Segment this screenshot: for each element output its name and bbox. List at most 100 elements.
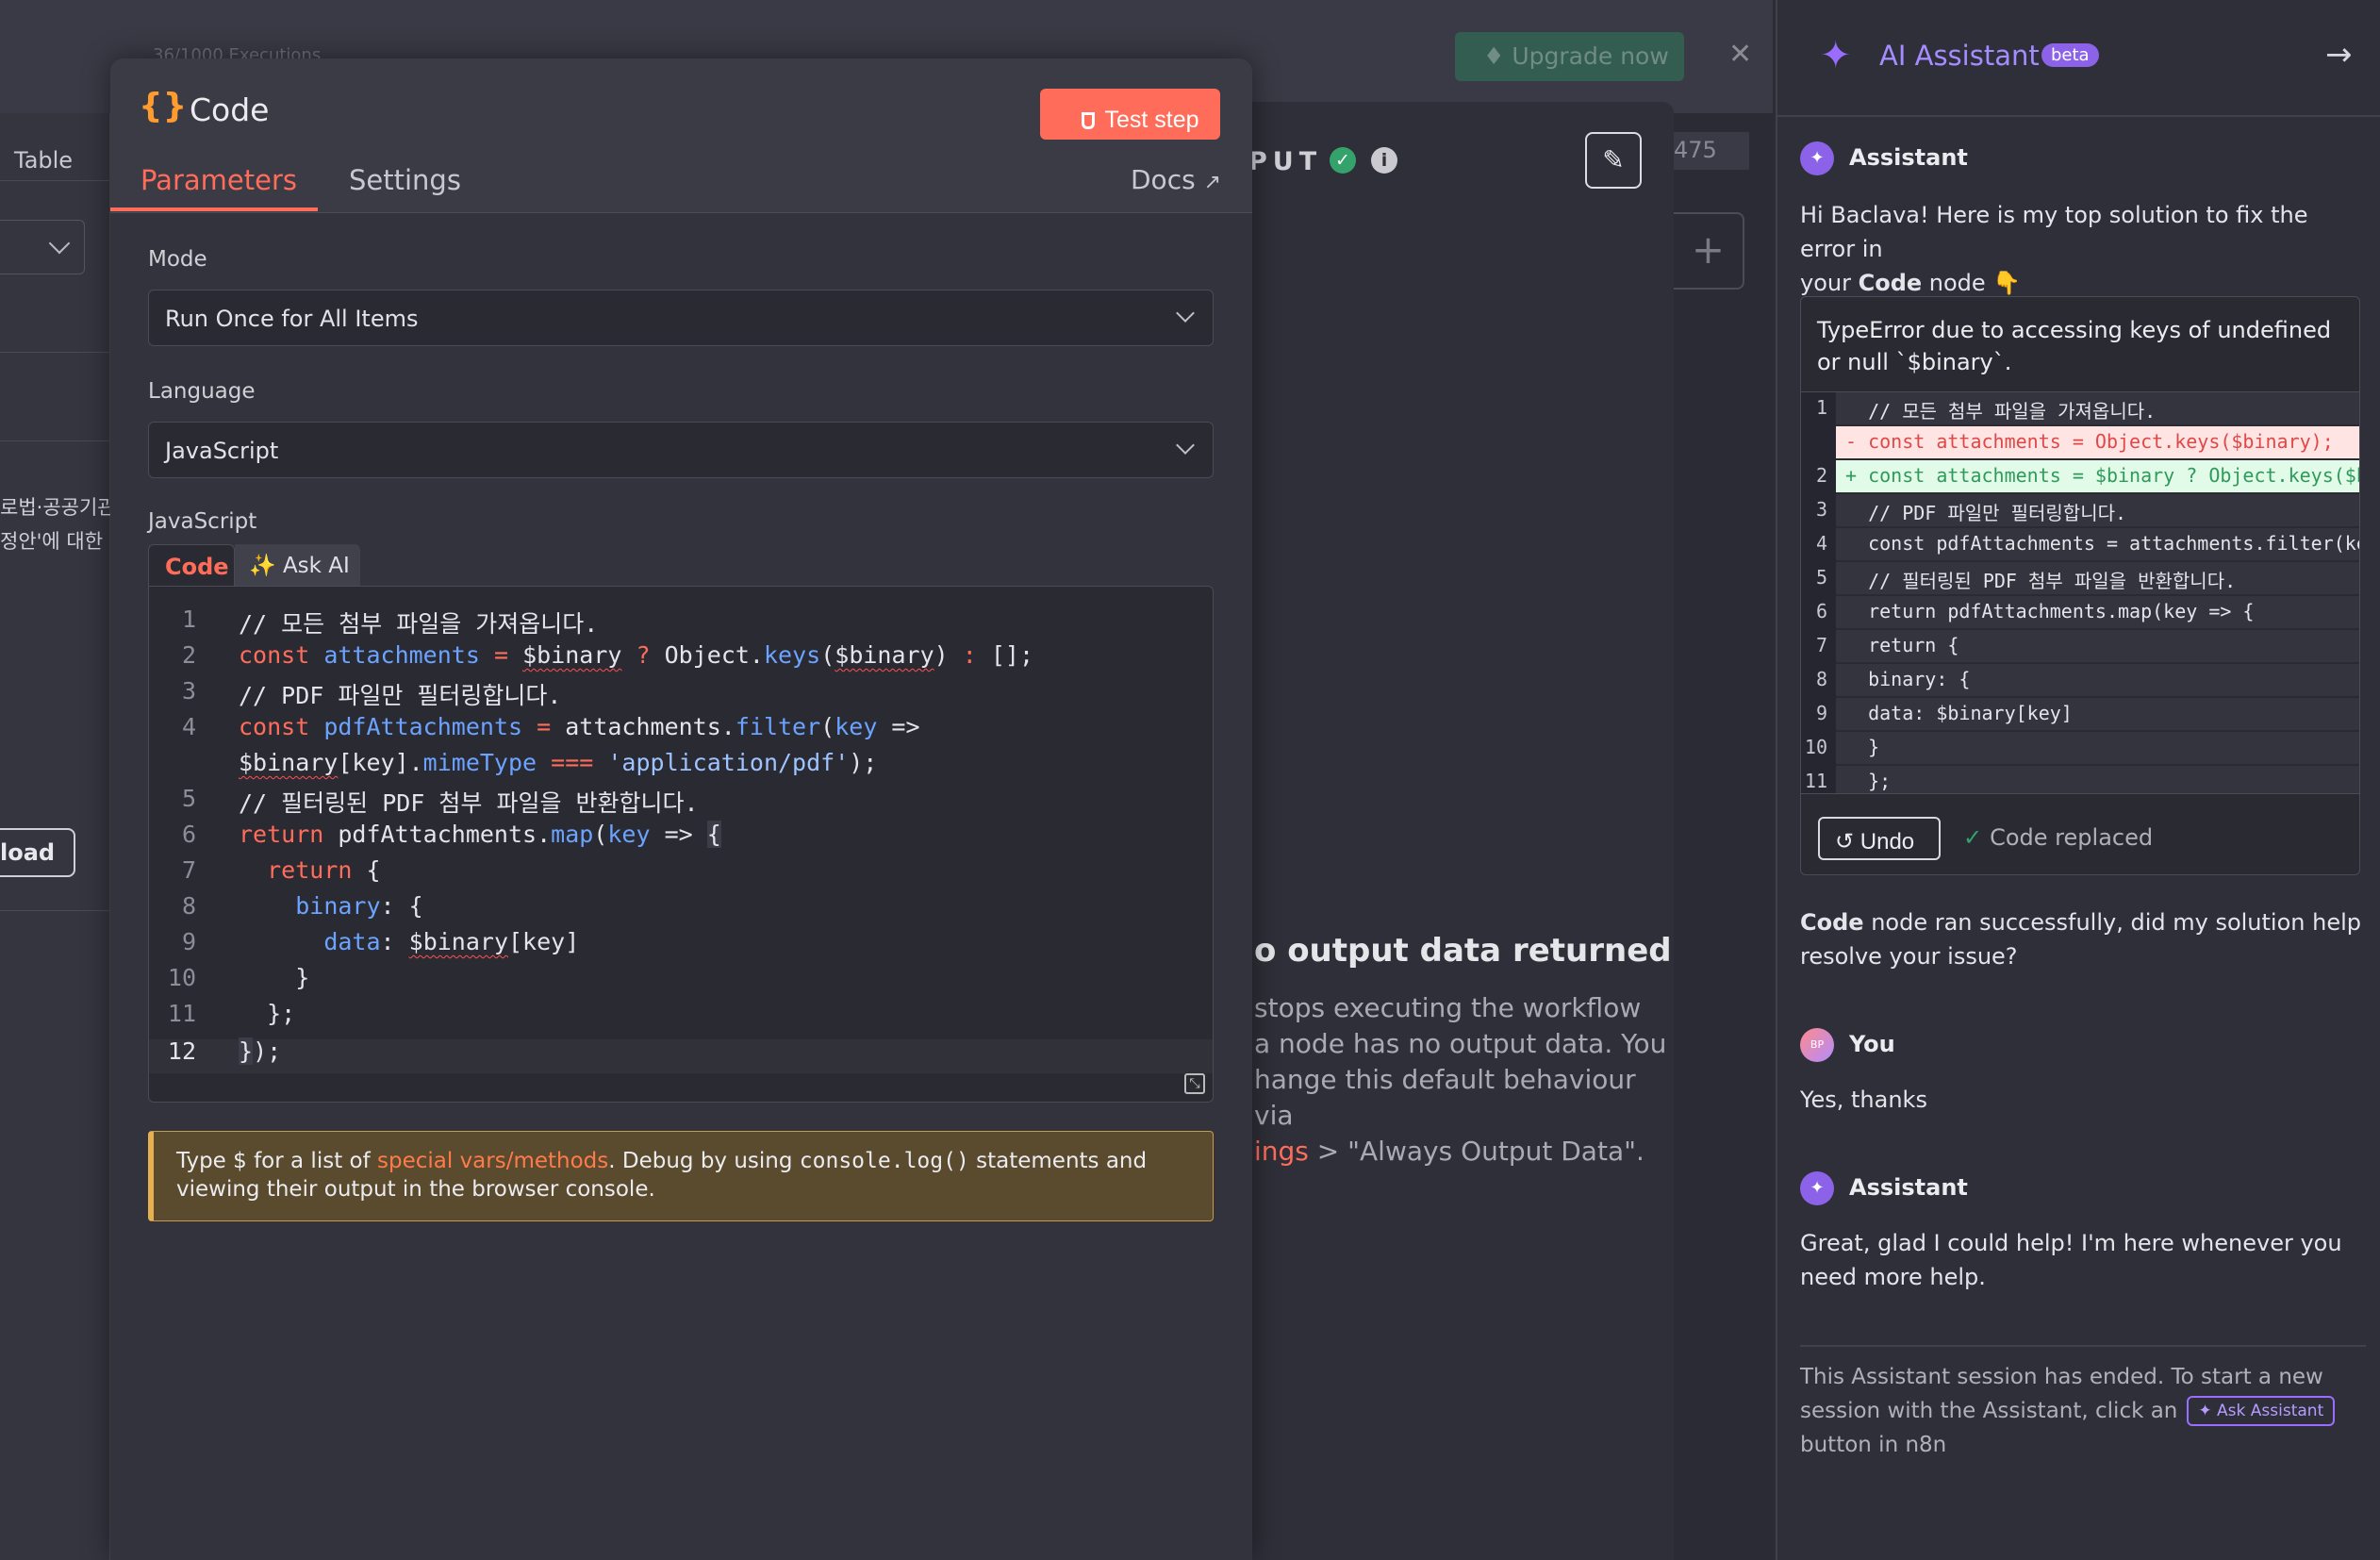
user-message: Yes, thanks [1800,1087,1927,1113]
output-panel: PUT ✓ i ✎ o output data returned stops e… [1245,102,1674,1560]
desc-line: ings > "Always Output Data". [1254,1134,1669,1170]
undo-button[interactable]: ↺ Undo [1818,817,1941,860]
assistant-title: AI Assistant [1879,40,2040,72]
docs-label: Docs [1131,164,1196,195]
diff-line-number: 8 [1815,668,1827,690]
diff-line-number: 9 [1815,702,1827,724]
line-number: 11 [167,1000,196,1027]
assistant-avatar-icon: ✦ [1800,1171,1834,1205]
solution-card: TypeError due to accessing keys of undef… [1800,296,2360,875]
input-text: 로법·공공기관 [0,496,116,519]
line-number: 3 [181,677,196,705]
arrow-right-icon[interactable]: → [2325,36,2353,74]
undo-label: Undo [1859,829,1915,855]
output-title: PUT [1248,147,1323,176]
line-number: 4 [181,713,196,740]
line-number: 12 [167,1037,196,1065]
diff-line: return pdfAttachments.map(key => { [1836,596,2359,628]
code-line: // 모든 첨부 파일을 가져옵니다. [239,610,599,638]
assistant-message: Hi Baclava! Here is my top solution to f… [1800,198,2366,300]
settings-link[interactable]: ings [1254,1136,1309,1167]
divider [0,352,110,353]
desc-line: hange this default behaviour via [1254,1064,1636,1131]
chevron-down-icon [48,232,71,255]
check-icon: ✓ [1963,824,1983,851]
diff-line-number: 5 [1815,566,1827,589]
diamond-icon: ♦ [1483,42,1512,70]
status-label: Code replaced [1990,824,2154,851]
user-avatar: BP [1800,1028,1834,1062]
close-icon[interactable]: ✕ [1728,38,1752,71]
code-replaced-status: ✓ Code replaced [1963,824,2153,851]
input-select[interactable] [0,220,85,274]
test-step-button[interactable]: Test step [1040,89,1220,140]
tab-parameters[interactable]: Parameters [140,164,297,196]
diff-line-number: 10 [1804,736,1827,758]
diff-line: return { [1836,630,2359,662]
line-number: 9 [181,928,196,955]
tab-settings[interactable]: Settings [349,164,461,196]
assistant-avatar-icon: ✦ [1800,141,1834,175]
message-text: node ran successfully, did my solution h… [1800,909,2361,970]
code-line-wrapped: $binary[key].mimeType === 'application/p… [239,749,878,776]
diff-line: binary: { [1836,664,2359,696]
resize-icon[interactable]: ⤡ [1184,1073,1205,1094]
code-braces-icon: {} [139,87,188,125]
code-line: binary: { [295,892,423,920]
assistant-role: ✦ Assistant [1800,1171,1968,1205]
flask-icon [1082,111,1096,129]
mode-value: Run Once for All Items [165,306,419,332]
pencil-icon[interactable]: ✎ [1585,132,1642,189]
ai-assistant-panel: ✦ AI Assistant beta → ✦ Assistant Hi Bacl… [1776,0,2380,1560]
hint-text: Type $ for a list of [176,1149,377,1173]
input-text: 정안'에 대한 [0,530,104,553]
plus-icon: + [1691,226,1726,273]
code-node-modal: {} Code Test step Parameters Settings Do… [110,58,1252,1560]
ask-assistant-button[interactable]: ✦ Ask Assistant [2187,1396,2336,1426]
code-line: // 필터링된 PDF 첨부 파일을 반환합니다. [239,789,699,817]
line-number: 5 [181,785,196,812]
chevron-down-icon [1176,304,1195,323]
special-vars-link[interactable]: special vars/methods [377,1149,608,1173]
code-line: const pdfAttachments = attachments.filte… [239,713,920,740]
diff-line-number: 4 [1815,532,1827,555]
message-text: your [1800,270,1859,296]
active-line-highlight [149,1039,1213,1073]
line-number: 8 [181,892,196,920]
upload-button[interactable]: load [0,828,75,877]
code-line: }; [239,1000,296,1027]
code-hint-notice: Type $ for a list of special vars/method… [148,1131,1214,1221]
assistant-header: ✦ AI Assistant beta → [1777,0,2380,117]
tab-ask-ai[interactable]: ✨ Ask AI [235,544,360,586]
code-line: } [239,964,310,991]
hint-line-1: Type $ for a list of special vars/method… [176,1147,1213,1175]
assistant-followup: Code node ran successfully, did my solut… [1800,905,2366,973]
session-ended-notice: This Assistant session has ended. To sta… [1800,1360,2366,1462]
language-select[interactable]: JavaScript [148,422,1214,478]
external-link-icon: ↗ [1203,171,1222,194]
code-label: JavaScript [148,509,257,534]
info-icon[interactable]: i [1371,147,1397,174]
hint-line-2: viewing their output in the browser cons… [176,1177,655,1202]
add-node-button[interactable]: + [1674,212,1744,290]
node-title[interactable]: Code [190,91,269,128]
mode-select[interactable]: Run Once for All Items [148,290,1214,346]
hint-code: console.log() [799,1149,969,1173]
code-line: }); [239,1037,282,1065]
you-role: BP You [1800,1028,1895,1062]
table-tab[interactable]: Table [0,140,110,181]
tab-code[interactable]: Code [148,544,235,586]
solution-title: TypeError due to accessing keys of undef… [1817,317,2332,375]
line-number: 2 [181,641,196,669]
active-tab-indicator [110,207,318,211]
code-editor[interactable]: 1 // 모든 첨부 파일을 가져옵니다. 2 const attachment… [148,586,1214,1103]
message-bold: Code [1800,909,1864,936]
diff-line: const pdfAttachments = attachments.filte… [1836,528,2359,560]
upgrade-button[interactable]: ♦ Upgrade now [1455,32,1684,81]
check-circle-icon: ✓ [1330,147,1356,174]
code-line: return { [267,856,381,884]
docs-link[interactable]: Docs ↗ [1131,164,1221,195]
diff-gutter [1801,392,1836,793]
notice-text: button in n8n [1800,1433,1947,1457]
item-count: 475 [1674,132,1749,170]
